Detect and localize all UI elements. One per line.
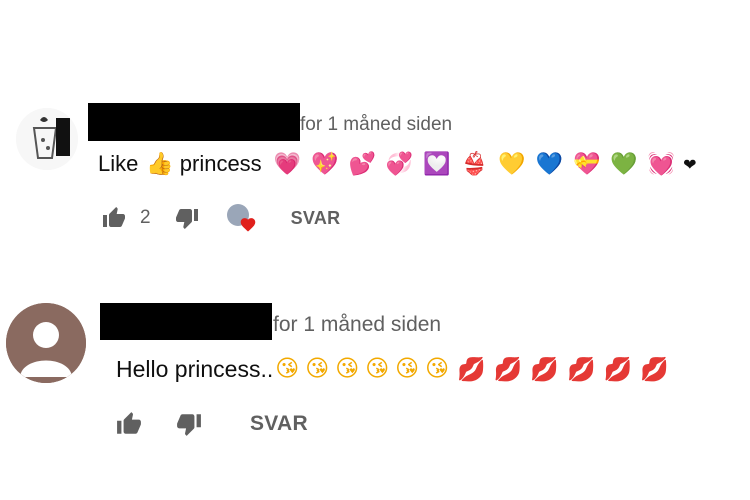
- emoji-heart-decoration: 💟: [423, 151, 451, 177]
- avatar-drawing-icon: [16, 108, 78, 170]
- comment-text-part1: Like: [98, 151, 139, 176]
- lips-kiss-emoji: 💋: [457, 356, 486, 383]
- emoji-heart: 💖: [311, 151, 339, 177]
- emoji-revolving-hearts: 💞: [385, 151, 414, 177]
- emoji-sparkle-heart: 💗: [273, 151, 302, 177]
- kiss-face-emoji: 😘: [425, 356, 450, 382]
- comment-actions: 2 SVAR: [100, 200, 340, 236]
- emoji-black-heart: ❤: [683, 154, 697, 174]
- comment-1: for 1 måned siden Like 👍 princess 💗 💖 💕 …: [0, 0, 750, 260]
- avatar[interactable]: [16, 108, 78, 170]
- kiss-face-emoji: 😘: [305, 356, 330, 382]
- thumbs-up-emoji: 👍: [146, 151, 174, 177]
- reply-button[interactable]: SVAR: [250, 412, 308, 436]
- comment-2: for 1 måned siden Hello princess.. 😘 😘 😘…: [0, 260, 750, 500]
- comment-text-body: Hello princess..: [116, 355, 274, 382]
- emoji-two-hearts: 💕: [348, 151, 376, 177]
- creator-heart-avatar: [225, 200, 261, 236]
- author-name-redacted[interactable]: [88, 103, 300, 141]
- lips-kiss-emoji: 💋: [640, 356, 669, 383]
- lips-kiss-emoji: 💋: [530, 356, 560, 383]
- comment-timestamp[interactable]: for 1 måned siden: [273, 313, 441, 337]
- kiss-face-emoji: 😘: [395, 356, 420, 382]
- reply-button[interactable]: SVAR: [291, 208, 341, 229]
- lips-kiss-emoji: 💋: [567, 356, 596, 383]
- emoji-heart-ribbon: 💝: [572, 151, 601, 177]
- lips-kiss-emoji: 💋: [493, 356, 523, 383]
- comment-text: Hello princess.. 😘 😘 😘 😘 😘 😘 💋 💋 💋 💋 💋 💋: [116, 350, 669, 388]
- emoji-yellow-heart: 💛: [498, 151, 526, 177]
- kiss-face-emoji: 😘: [365, 356, 390, 382]
- like-count: 2: [140, 207, 151, 228]
- emoji-blue-heart: 💙: [535, 151, 563, 177]
- dislike-icon[interactable]: [174, 409, 204, 439]
- lips-kiss-emoji: 💋: [603, 356, 633, 383]
- kiss-face-emoji: 😘: [275, 356, 300, 382]
- avatar[interactable]: [6, 303, 86, 383]
- default-user-icon: [6, 303, 86, 383]
- dislike-icon[interactable]: [173, 204, 201, 232]
- emoji-green-heart: 💚: [610, 151, 638, 177]
- comment-timestamp[interactable]: for 1 måned siden: [300, 114, 452, 136]
- kiss-face-emoji: 😘: [335, 356, 360, 382]
- emoji-bikini: 👙: [460, 151, 489, 177]
- emoji-beating-heart: 💓: [647, 151, 676, 177]
- like-icon[interactable]: [100, 204, 128, 232]
- comment-text-part2: princess: [179, 151, 262, 176]
- author-name-redacted[interactable]: [100, 303, 272, 340]
- comment-actions: SVAR: [114, 406, 308, 442]
- like-icon[interactable]: [114, 409, 144, 439]
- heart-icon: [239, 216, 257, 237]
- comment-text: Like 👍 princess 💗 💖 💕 💞 💟 👙 💛 💙 💝 💚 💓 ❤: [98, 146, 697, 182]
